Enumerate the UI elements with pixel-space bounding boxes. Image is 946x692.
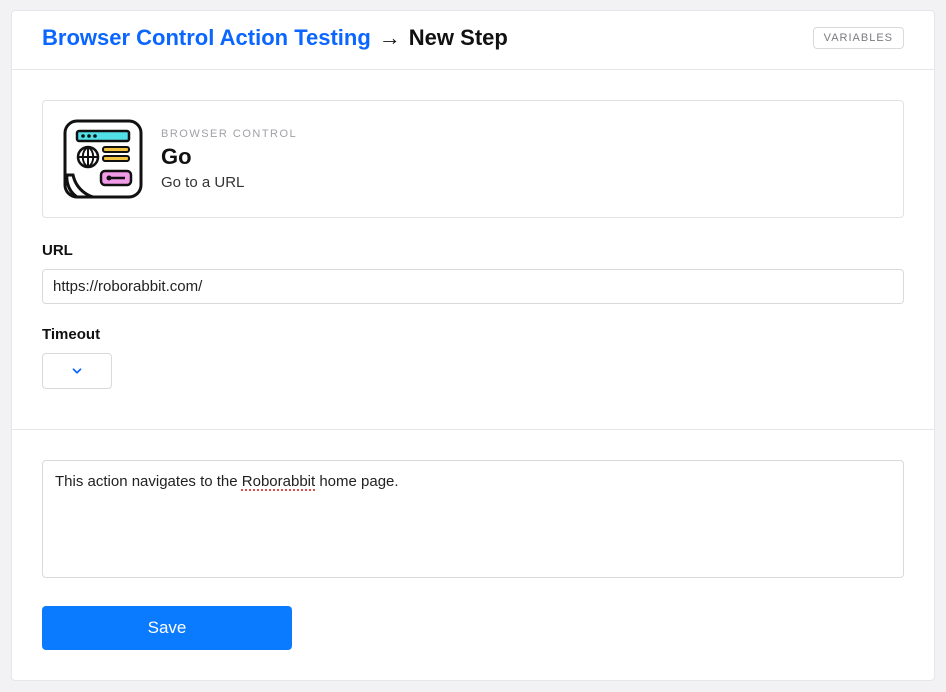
timeout-select[interactable] — [42, 353, 112, 389]
action-subtitle: Go to a URL — [161, 174, 297, 191]
action-summary-box: BROWSER CONTROL Go Go to a URL — [42, 100, 904, 218]
breadcrumb-arrow-icon: → — [379, 25, 401, 51]
url-field-label: URL — [42, 242, 904, 259]
action-title: Go — [161, 144, 297, 170]
step-editor-card: Browser Control Action Testing → New Ste… — [11, 10, 935, 681]
spellcheck-word: Roborabbit — [242, 473, 315, 490]
action-meta: BROWSER CONTROL Go Go to a URL — [161, 128, 297, 191]
timeout-field-label: Timeout — [42, 326, 904, 343]
breadcrumb: Browser Control Action Testing → New Ste… — [42, 25, 508, 51]
card-footer: This action navigates to the Roborabbit … — [12, 430, 934, 680]
breadcrumb-parent-link[interactable]: Browser Control Action Testing — [42, 25, 371, 51]
breadcrumb-current: New Step — [409, 25, 508, 51]
variables-button[interactable]: VARIABLES — [813, 27, 904, 49]
url-input[interactable] — [42, 269, 904, 304]
card-body: BROWSER CONTROL Go Go to a URL URL Timeo… — [12, 70, 934, 399]
save-button[interactable]: Save — [42, 606, 292, 650]
action-category-label: BROWSER CONTROL — [161, 128, 297, 140]
card-header: Browser Control Action Testing → New Ste… — [12, 11, 934, 70]
browser-control-icon — [63, 119, 143, 199]
description-textarea[interactable]: This action navigates to the Roborabbit … — [42, 460, 904, 578]
chevron-down-icon — [70, 364, 84, 378]
